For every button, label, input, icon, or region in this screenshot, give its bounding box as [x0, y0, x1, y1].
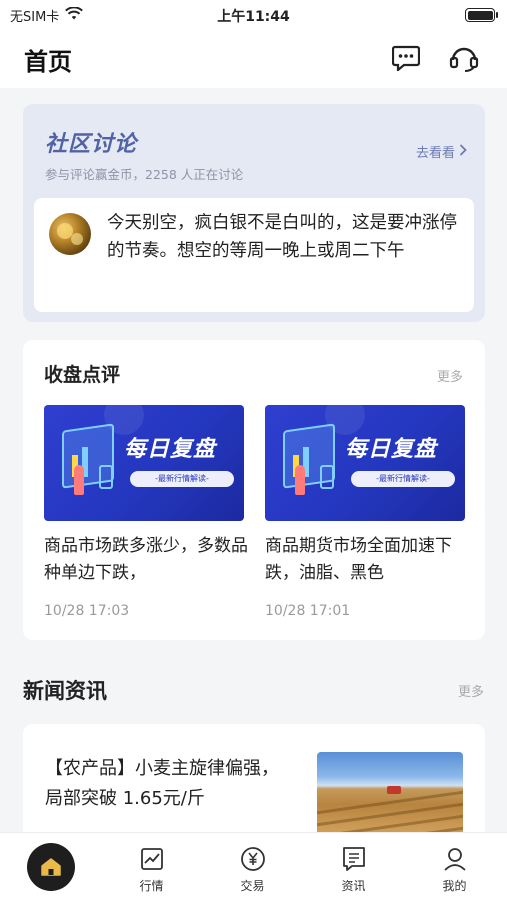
- section-title: 收盘点评: [44, 364, 121, 386]
- headset-service-icon[interactable]: [448, 42, 480, 74]
- news-item-title: 【农产品】小麦主旋律偏强，局部突破 1.65元/斤: [45, 758, 279, 809]
- battery-icon: [465, 8, 498, 22]
- banner-subtitle: -最新行情解读-: [130, 471, 234, 487]
- message-dots-icon[interactable]: [390, 42, 422, 74]
- review-banner-image: 每日复盘 -最新行情解读-: [44, 405, 244, 521]
- review-card[interactable]: 每日复盘 -最新行情解读- 商品期货市场全面加速下跌，油脂、黑色 10/28 1…: [265, 405, 465, 619]
- review-card-text: 商品市场跌多涨少，多数品种单边下跌，: [44, 536, 248, 583]
- tab-home[interactable]: [0, 833, 101, 900]
- review-banner-image: 每日复盘 -最新行情解读-: [265, 405, 465, 521]
- tab-label: 交易: [240, 879, 265, 893]
- chart-icon: [138, 845, 166, 873]
- avatar: [49, 213, 91, 255]
- banner-title: 每日复盘: [345, 437, 438, 462]
- community-subtitle: 参与评论赢金币，2258 人正在讨论: [45, 167, 244, 182]
- tab-trade[interactable]: 交易: [202, 833, 303, 900]
- tab-bar: 行情 交易 资讯 我的: [0, 832, 507, 900]
- community-title: 社区讨论: [45, 132, 138, 157]
- news-more-link[interactable]: 更多: [458, 681, 484, 700]
- review-card-text: 商品期货市场全面加速下跌，油脂、黑色: [265, 536, 452, 583]
- review-card[interactable]: 每日复盘 -最新行情解读- 商品市场跌多涨少，多数品种单边下跌， 10/28 1…: [44, 405, 248, 619]
- review-section: 收盘点评 更多 每日复盘 -最新行情解读- 商品市场跌多涨少，多数品种单边下跌，…: [23, 340, 485, 640]
- tab-mine[interactable]: 我的: [404, 833, 505, 900]
- post-text: 今天别空，疯白银不是白叫的，这是要冲涨停的节奏。想空的等周一晚上或周二下午: [107, 213, 457, 261]
- banner-subtitle: -最新行情解读-: [351, 471, 455, 487]
- home-icon: [27, 843, 75, 891]
- review-card-date: 10/28 17:03: [44, 603, 130, 619]
- tab-label: 资讯: [341, 879, 366, 893]
- news-thumbnail: [317, 752, 463, 840]
- banner-title: 每日复盘: [124, 437, 217, 462]
- news-item[interactable]: 【农产品】小麦主旋律偏强，局部突破 1.65元/斤: [23, 724, 485, 844]
- header: 首页: [0, 30, 507, 88]
- status-time: 上午11:44: [217, 9, 290, 25]
- section-title: 新闻资讯: [23, 679, 107, 703]
- status-bar: 无SIM卡 上午11:44: [0, 0, 507, 30]
- tab-label: 行情: [139, 879, 164, 893]
- tab-news[interactable]: 资讯: [303, 833, 404, 900]
- review-card-date: 10/28 17:01: [265, 603, 351, 619]
- yen-icon: [239, 845, 267, 873]
- chevron-right-icon: [459, 143, 467, 160]
- community-more-label: 去看看: [415, 146, 455, 161]
- tab-label: 我的: [442, 879, 467, 893]
- news-icon: [340, 845, 368, 873]
- community-more-link[interactable]: 去看看: [416, 142, 467, 161]
- community-post[interactable]: 今天别空，疯白银不是白叫的，这是要冲涨停的节奏。想空的等周一晚上或周二下午: [34, 198, 474, 312]
- user-icon: [441, 845, 469, 873]
- tab-market[interactable]: 行情: [101, 833, 202, 900]
- review-more-link[interactable]: 更多: [437, 366, 463, 385]
- page-title: 首页: [24, 48, 72, 76]
- community-card[interactable]: 社区讨论 参与评论赢金币，2258 人正在讨论 去看看 今天别空，疯白银不是白叫…: [23, 104, 485, 322]
